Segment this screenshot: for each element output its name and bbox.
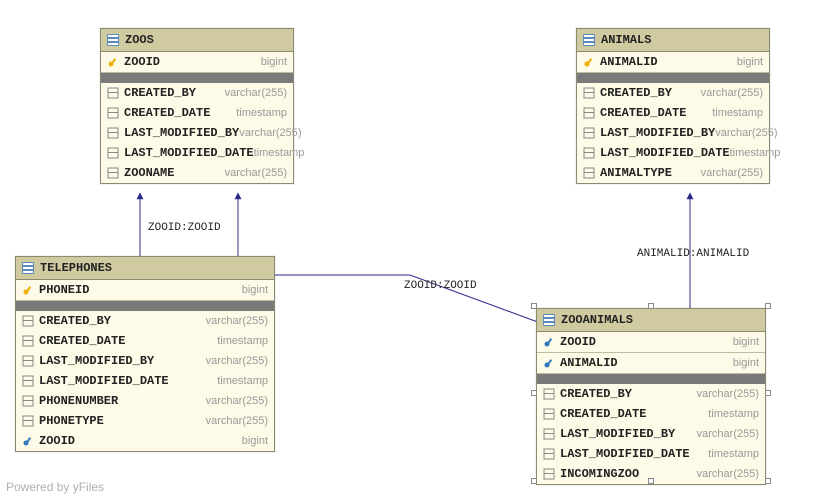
column-row: LAST_MODIFIED_BYvarchar(255) xyxy=(101,123,293,143)
selection-handle[interactable] xyxy=(531,390,537,396)
entity-telephones[interactable]: TELEPHONES PHONEID bigint CREATED_BYvarc… xyxy=(15,256,275,452)
column-icon xyxy=(543,388,555,400)
column-icon xyxy=(583,87,595,99)
pk-icon xyxy=(22,284,34,296)
entity-title: ANIMALS xyxy=(601,33,651,47)
column-icon xyxy=(583,167,595,179)
column-icon xyxy=(22,315,34,327)
diagram-canvas: ZOOS ZOOID bigint CREATED_BYvarchar(255)… xyxy=(0,0,833,500)
fk-icon xyxy=(543,336,555,348)
column-icon xyxy=(583,127,595,139)
selection-handle[interactable] xyxy=(648,303,654,309)
column-row: LAST_MODIFIED_DATEtimestamp xyxy=(577,143,769,163)
entity-header: ZOOANIMALS xyxy=(537,309,765,332)
pk-icon xyxy=(583,56,595,68)
selection-handle[interactable] xyxy=(648,478,654,484)
selection-handle[interactable] xyxy=(765,303,771,309)
column-icon xyxy=(107,167,119,179)
table-icon xyxy=(543,314,555,326)
entity-header: ANIMALS xyxy=(577,29,769,52)
column-icon xyxy=(107,87,119,99)
column-icon xyxy=(22,395,34,407)
selection-handle[interactable] xyxy=(765,478,771,484)
column-row: CREATED_BYvarchar(255) xyxy=(16,311,274,331)
column-icon xyxy=(22,355,34,367)
entity-title: TELEPHONES xyxy=(40,261,112,275)
section-divider xyxy=(16,301,274,311)
selection-handle[interactable] xyxy=(531,478,537,484)
column-row: LAST_MODIFIED_DATEtimestamp xyxy=(537,444,765,464)
column-row: PHONENUMBERvarchar(255) xyxy=(16,391,274,411)
entity-title: ZOOANIMALS xyxy=(561,313,633,327)
pk-row: ZOOID bigint xyxy=(537,332,765,353)
section-divider xyxy=(101,73,293,83)
column-row: CREATED_DATEtimestamp xyxy=(16,331,274,351)
column-row: CREATED_BYvarchar(255) xyxy=(537,384,765,404)
table-icon xyxy=(107,34,119,46)
column-row: CREATED_BYvarchar(255) xyxy=(101,83,293,103)
entity-title: ZOOS xyxy=(125,33,154,47)
footer-credit: Powered by yFiles xyxy=(6,480,104,494)
column-row: LAST_MODIFIED_BYvarchar(255) xyxy=(16,351,274,371)
column-row: ZOONAMEvarchar(255) xyxy=(101,163,293,183)
column-icon xyxy=(107,107,119,119)
column-icon xyxy=(22,375,34,387)
column-row: ZOOIDbigint xyxy=(16,431,274,451)
column-row: CREATED_DATEtimestamp xyxy=(537,404,765,424)
fk-icon xyxy=(543,357,555,369)
pk-row: ZOOID bigint xyxy=(101,52,293,73)
selection-handle[interactable] xyxy=(765,390,771,396)
table-icon xyxy=(583,34,595,46)
column-row: ANIMALTYPEvarchar(255) xyxy=(577,163,769,183)
section-divider xyxy=(577,73,769,83)
pk-row: PHONEID bigint xyxy=(16,280,274,301)
column-row: LAST_MODIFIED_BYvarchar(255) xyxy=(537,424,765,444)
pk-row: ANIMALID bigint xyxy=(537,353,765,374)
pk-icon xyxy=(107,56,119,68)
column-icon xyxy=(543,468,555,480)
column-row: CREATED_DATEtimestamp xyxy=(577,103,769,123)
column-row: CREATED_BYvarchar(255) xyxy=(577,83,769,103)
entity-zooanimals[interactable]: ZOOANIMALS ZOOID bigint ANIMALID bigint … xyxy=(536,308,766,485)
column-row: CREATED_DATEtimestamp xyxy=(101,103,293,123)
column-icon xyxy=(107,127,119,139)
table-icon xyxy=(22,262,34,274)
column-icon xyxy=(543,448,555,460)
column-row: LAST_MODIFIED_DATEtimestamp xyxy=(16,371,274,391)
pk-row: ANIMALID bigint xyxy=(577,52,769,73)
entity-header: TELEPHONES xyxy=(16,257,274,280)
entity-header: ZOOS xyxy=(101,29,293,52)
section-divider xyxy=(537,374,765,384)
column-row: PHONETYPEvarchar(255) xyxy=(16,411,274,431)
column-row: LAST_MODIFIED_DATEtimestamp xyxy=(101,143,293,163)
fk-icon xyxy=(22,435,34,447)
selection-handle[interactable] xyxy=(531,303,537,309)
column-row: LAST_MODIFIED_BYvarchar(255) xyxy=(577,123,769,143)
column-icon xyxy=(543,428,555,440)
column-icon xyxy=(583,107,595,119)
column-icon xyxy=(107,147,119,159)
column-icon xyxy=(22,415,34,427)
entity-zoos[interactable]: ZOOS ZOOID bigint CREATED_BYvarchar(255)… xyxy=(100,28,294,184)
column-icon xyxy=(22,335,34,347)
entity-animals[interactable]: ANIMALS ANIMALID bigint CREATED_BYvarcha… xyxy=(576,28,770,184)
column-icon xyxy=(543,408,555,420)
column-icon xyxy=(583,147,595,159)
